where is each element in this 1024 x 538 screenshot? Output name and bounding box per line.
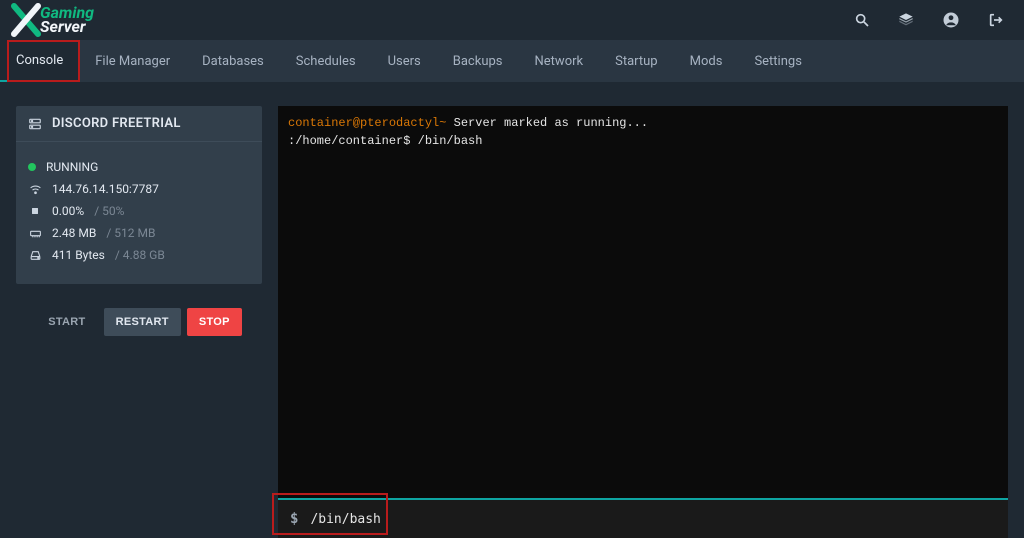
logo-line2: Server [40, 20, 94, 34]
tab-console[interactable]: Console [0, 40, 79, 82]
logo[interactable]: Gaming Server [8, 2, 94, 38]
tab-settings[interactable]: Settings [738, 40, 817, 82]
console-output[interactable]: container@pterodactyl~ Server marked as … [278, 106, 1008, 498]
logo-x-icon [8, 2, 44, 38]
tab-network[interactable]: Network [519, 40, 600, 82]
main: DISCORD FREETRIAL RUNNING 144.76.14.150:… [0, 82, 1024, 538]
cpu-icon [28, 204, 42, 218]
console-area: container@pterodactyl~ Server marked as … [278, 106, 1008, 538]
account-icon[interactable] [942, 11, 960, 29]
address-text: 144.76.14.150:7787 [52, 182, 159, 196]
memory-icon [28, 226, 42, 240]
server-icon [28, 117, 42, 131]
console-text: Server marked as running... [454, 116, 648, 130]
tab-file-manager[interactable]: File Manager [79, 40, 186, 82]
console-line: :/home/container$ /bin/bash [288, 132, 998, 150]
status-text: RUNNING [46, 160, 98, 174]
tab-startup[interactable]: Startup [599, 40, 674, 82]
logout-icon[interactable] [988, 12, 1004, 28]
start-button[interactable]: START [36, 308, 97, 336]
console-prompt: container@pterodactyl~ [288, 116, 454, 130]
tab-users[interactable]: Users [372, 40, 437, 82]
server-name: DISCORD FREETRIAL [52, 116, 181, 131]
logo-text: Gaming Server [40, 6, 94, 34]
cpu-max: / 50% [94, 204, 124, 218]
address-row: 144.76.14.150:7787 [28, 182, 250, 196]
power-buttons: START RESTART STOP [16, 308, 262, 336]
stop-button[interactable]: STOP [187, 308, 242, 336]
nav-tabs: Console File Manager Databases Schedules… [0, 40, 1024, 82]
server-panel: DISCORD FREETRIAL RUNNING 144.76.14.150:… [16, 106, 262, 284]
disk-icon [28, 248, 42, 262]
disk-row: 411 Bytes / 4.88 GB [28, 248, 250, 262]
disk-value: 411 Bytes [52, 248, 105, 262]
status-row: RUNNING [28, 160, 250, 174]
search-icon[interactable] [854, 12, 870, 28]
status-dot-icon [28, 163, 36, 171]
mem-row: 2.48 MB / 512 MB [28, 226, 250, 240]
command-input[interactable] [308, 511, 996, 528]
cpu-row: 0.00% / 50% [28, 204, 250, 218]
server-panel-body: RUNNING 144.76.14.150:7787 0.00% / 50% [16, 142, 262, 284]
console-line: container@pterodactyl~ Server marked as … [288, 114, 998, 132]
tab-mods[interactable]: Mods [674, 40, 739, 82]
server-panel-header: DISCORD FREETRIAL [16, 106, 262, 142]
command-bar: $ [278, 498, 1008, 538]
mem-value: 2.48 MB [52, 226, 96, 240]
mem-max: / 512 MB [106, 226, 155, 240]
tab-databases[interactable]: Databases [186, 40, 280, 82]
restart-button[interactable]: RESTART [104, 308, 181, 336]
wifi-icon [28, 182, 42, 196]
cpu-value: 0.00% [52, 204, 84, 218]
sidebar: DISCORD FREETRIAL RUNNING 144.76.14.150:… [16, 106, 262, 538]
disk-max: / 4.88 GB [115, 248, 165, 262]
tab-schedules[interactable]: Schedules [280, 40, 372, 82]
tab-backups[interactable]: Backups [437, 40, 519, 82]
layers-icon[interactable] [898, 12, 914, 28]
prompt-symbol: $ [290, 511, 298, 527]
top-icons [854, 11, 1004, 29]
top-bar: Gaming Server [0, 0, 1024, 40]
